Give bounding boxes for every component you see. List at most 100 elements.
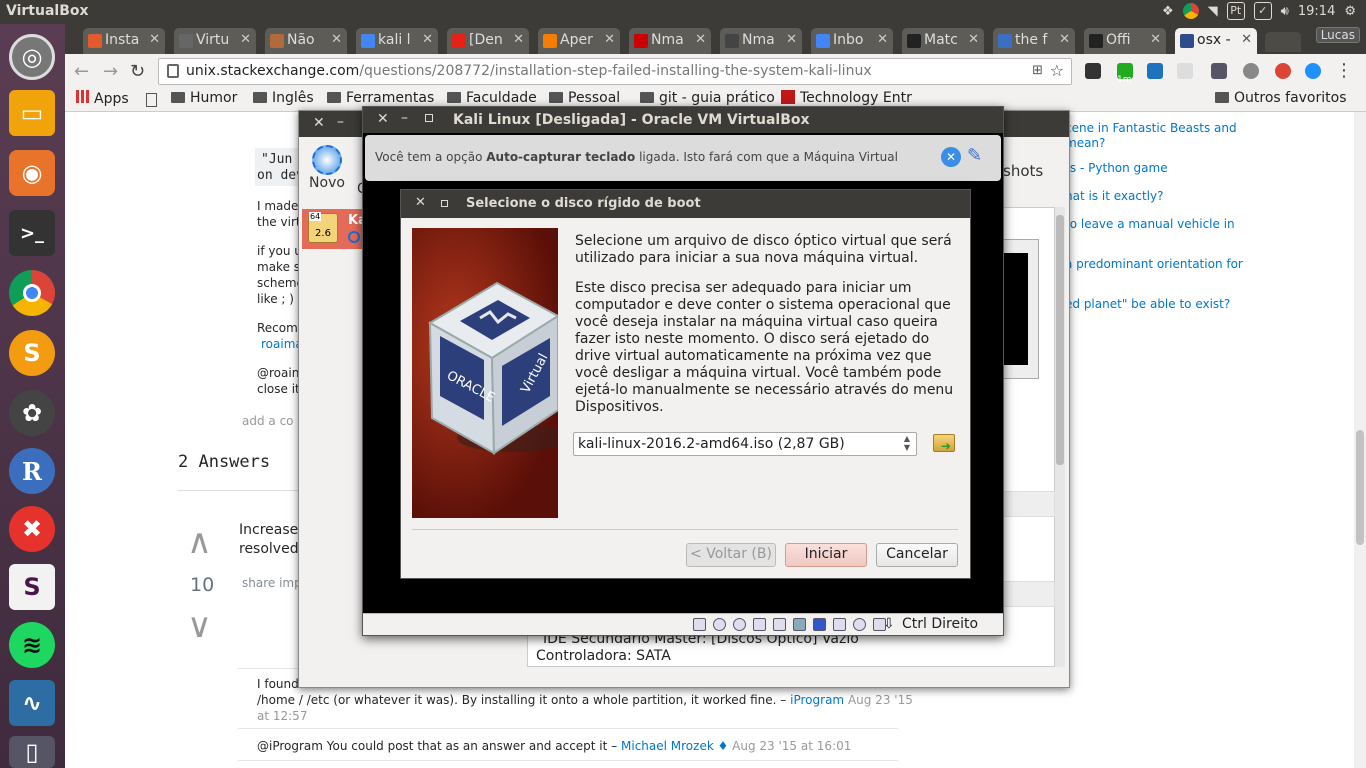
hot-question-link[interactable]: ed planet" be able to exist? <box>1065 297 1230 311</box>
video-capture-status-icon[interactable] <box>833 618 846 631</box>
volume-icon[interactable]: 🔊︎ <box>1281 4 1289 19</box>
browser-tab[interactable]: the f ✕ <box>993 28 1075 54</box>
share-link[interactable]: share imp <box>242 576 302 590</box>
choose-disk-folder-icon[interactable]: ➜ <box>933 434 955 453</box>
host-key-label[interactable]: Ctrl Direito <box>902 616 978 632</box>
browser-tab[interactable]: kali l ✕ <box>356 28 438 54</box>
scrollbar-thumb[interactable] <box>1056 215 1064 465</box>
start-button[interactable]: Iniciar <box>785 543 867 567</box>
menu-icon[interactable]: ⋮ <box>1335 60 1353 81</box>
vm-list-item-selected[interactable]: 2.6 64 Ka <box>302 209 367 249</box>
other-bookmarks[interactable]: Outros favoritos <box>1215 90 1347 106</box>
usb-status-icon[interactable] <box>773 618 786 631</box>
terminal-icon[interactable]: >_ <box>9 210 55 256</box>
browser-tab[interactable]: [Den ✕ <box>447 28 529 54</box>
browser-tab[interactable]: Insta ✕ <box>83 28 165 54</box>
profile-button[interactable]: Lucas <box>1315 27 1360 43</box>
browser-tab-active[interactable]: osx - ✕ <box>1175 28 1257 54</box>
forward-arrow-icon[interactable]: → <box>103 61 118 82</box>
google-extension-icon[interactable] <box>1275 63 1291 79</box>
hot-question-link[interactable]: mean? <box>1065 136 1105 150</box>
new-vm-button[interactable]: Novo <box>307 145 347 197</box>
back-button[interactable]: < Voltar (B) <box>686 543 776 567</box>
browser-tab[interactable]: Não ✕ <box>265 28 347 54</box>
wifi-icon[interactable]: ◥ <box>1208 4 1218 19</box>
tab-close-icon[interactable]: ✕ <box>1150 32 1161 47</box>
ubuntu-dash-icon[interactable]: ◎ <box>9 34 55 80</box>
comment-user-link[interactable]: Michael Mrozek ♦ <box>621 739 728 753</box>
page-scrollbar[interactable] <box>1354 112 1366 768</box>
color-picker-icon[interactable] <box>1211 63 1227 79</box>
chrome-launcher-icon[interactable] <box>9 270 55 316</box>
bookmark-folder[interactable]: Humor <box>171 90 237 106</box>
dropbox-icon[interactable]: ❖ <box>1162 4 1174 19</box>
tb-extension-icon[interactable] <box>1305 63 1321 79</box>
close-icon[interactable]: ✕ <box>313 115 325 131</box>
notice-info-icon[interactable]: ✕ <box>941 147 961 167</box>
close-icon[interactable]: ✕ <box>415 195 426 210</box>
stylish-extension-icon[interactable] <box>1147 63 1163 79</box>
bookmark-folder[interactable]: Pessoal <box>549 90 620 106</box>
system-monitor-icon[interactable]: ∿ <box>9 680 55 726</box>
xmind-icon[interactable]: ✖ <box>9 506 55 552</box>
ghost-extension-icon[interactable] <box>1177 63 1193 79</box>
hot-question-link[interactable]: hat is it exactly? <box>1065 189 1163 203</box>
keyboard-layout-indicator[interactable]: Pt <box>1226 2 1245 20</box>
downvote-arrow-icon[interactable]: ∨ <box>187 606 212 646</box>
tab-close-icon[interactable]: ✕ <box>240 32 251 47</box>
back-arrow-icon[interactable]: ← <box>74 61 89 82</box>
browser-tab[interactable]: Virtu ✕ <box>174 28 256 54</box>
spotify-icon[interactable]: ≋ <box>9 622 55 668</box>
page-info-icon[interactable] <box>167 64 179 78</box>
url-text[interactable]: unix.stackexchange.com/questions/208772/… <box>186 63 872 79</box>
comment-user-link[interactable]: iProgram <box>790 693 844 707</box>
trash-icon[interactable]: ▯ <box>9 736 55 768</box>
hot-question-link[interactable]: cene in Fantastic Beasts and <box>1065 121 1237 135</box>
browser-tab[interactable]: Nma ✕ <box>629 28 711 54</box>
maximize-icon[interactable] <box>441 200 448 207</box>
bookmark-folder[interactable]: git - guia prático <box>640 90 775 106</box>
details-scrollbar[interactable] <box>1055 207 1065 667</box>
display-status-icon[interactable] <box>813 618 826 631</box>
hot-question-link[interactable]: rs - Python game <box>1065 161 1168 175</box>
checkbox-tray-icon[interactable]: ✓ <box>1253 2 1272 20</box>
bookmark-star-icon[interactable]: ☆ <box>1050 61 1064 80</box>
minimize-icon[interactable]: – <box>401 110 408 126</box>
user-link[interactable]: roaima <box>261 337 303 351</box>
software-center-icon[interactable]: ◉ <box>9 150 55 196</box>
harddisk-status-icon[interactable] <box>693 618 706 631</box>
timer-extension-icon[interactable]: 1m <box>1117 63 1133 85</box>
browser-tab[interactable]: Aper ✕ <box>538 28 620 54</box>
maximize-icon[interactable] <box>425 114 433 122</box>
tab-close-icon[interactable]: ✕ <box>331 32 342 47</box>
minimize-icon[interactable]: – <box>337 114 344 130</box>
tab-close-icon[interactable]: ✕ <box>149 32 160 47</box>
system-settings-icon[interactable]: ✿ <box>9 390 55 436</box>
tab-close-icon[interactable]: ✕ <box>1059 32 1070 47</box>
reload-icon[interactable]: ↻ <box>130 61 145 82</box>
host-key-icon[interactable]: ⇩ <box>883 616 895 632</box>
browser-tab[interactable]: Inbo ✕ <box>811 28 893 54</box>
slack-icon[interactable]: S <box>9 564 55 610</box>
bookmark-page-icon[interactable] <box>146 93 157 107</box>
r-language-icon[interactable]: R <box>9 448 55 494</box>
translate-icon[interactable]: ⊞ <box>1032 63 1043 78</box>
spinner-arrows-icon[interactable]: ▲ ▼ <box>904 434 910 452</box>
tab-close-icon[interactable]: ✕ <box>604 32 615 47</box>
power-gear-icon[interactable]: ⚙ <box>1344 4 1356 19</box>
bookmark-folder[interactable]: Faculdade <box>447 90 537 106</box>
tab-close-icon[interactable]: ✕ <box>877 32 888 47</box>
evernote-extension-icon[interactable] <box>1085 63 1101 79</box>
browser-tab[interactable]: Offi ✕ <box>1084 28 1166 54</box>
address-bar[interactable]: unix.stackexchange.com/questions/208772/… <box>158 58 1072 85</box>
bookmark-link[interactable]: Technology Entr <box>781 90 912 106</box>
snapshots-button-label[interactable]: shots <box>1003 162 1043 180</box>
add-comment-link[interactable]: add a co <box>242 414 294 428</box>
tab-close-icon[interactable]: ✕ <box>695 32 706 47</box>
disk-select[interactable]: kali-linux-2016.2-amd64.iso (2,87 GB) ▲ ▼ <box>573 432 917 456</box>
comment-timestamp[interactable]: Aug 23 '15 at 16:01 <box>732 739 851 753</box>
comment-timestamp[interactable]: at 12:57 <box>257 709 307 723</box>
bookmark-apps[interactable]: Apps <box>76 90 129 107</box>
cpu-status-icon[interactable] <box>853 618 866 631</box>
record-extension-icon[interactable] <box>1243 63 1259 79</box>
